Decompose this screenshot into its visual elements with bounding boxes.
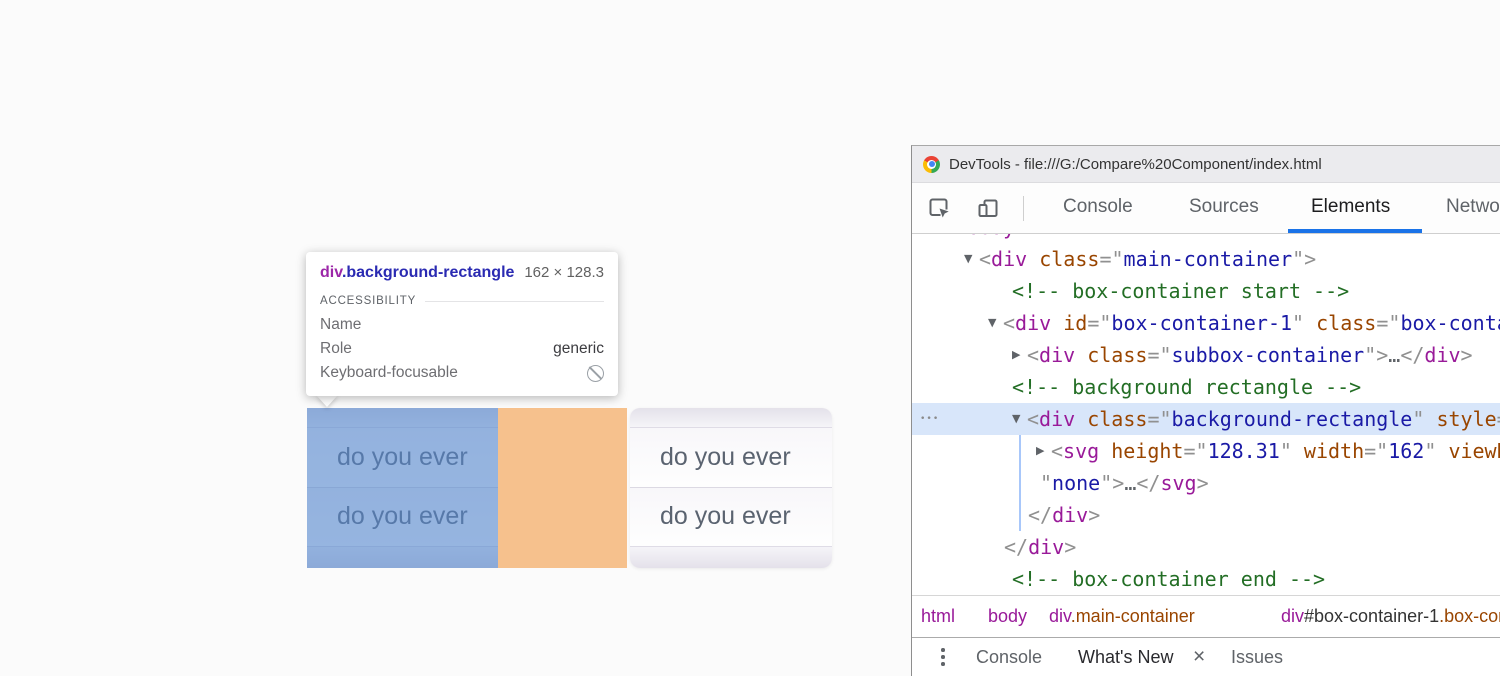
collapse-arrow-icon[interactable]: ▼	[988, 307, 1003, 339]
devtools-window: DevTools - file:///G:/Compare%20Componen…	[911, 145, 1500, 676]
tree-row[interactable]: ▶<svg height="128.31" width="162" viewBo…	[912, 435, 1500, 467]
collapse-arrow-icon[interactable]: ▼	[1012, 403, 1027, 435]
role-value: generic	[553, 340, 604, 357]
highlight-padding-overlay	[498, 408, 627, 568]
inspect-element-icon[interactable]	[927, 196, 951, 220]
collapse-arrow-icon[interactable]: ▼	[964, 243, 979, 275]
breadcrumb-item[interactable]: html	[921, 596, 955, 637]
devtools-window-title: DevTools - file:///G:/Compare%20Componen…	[949, 155, 1322, 173]
tree-row-selected[interactable]: ••• ▼ <div class="background-rectangle" st…	[912, 403, 1500, 435]
collapse-arrow-icon[interactable]: ▼	[940, 234, 955, 243]
accessibility-section-header: ACCESSIBILITY	[306, 282, 618, 307]
drawer-tab-whats-new[interactable]: What's New	[1078, 638, 1173, 676]
breadcrumb-item[interactable]: body	[988, 596, 1027, 637]
devtools-titlebar[interactable]: DevTools - file:///G:/Compare%20Componen…	[912, 146, 1500, 183]
element-dimensions: 162 × 128.3	[524, 264, 604, 281]
tree-row[interactable]: </div>	[912, 531, 1500, 563]
chrome-icon	[923, 155, 940, 173]
tooltip-row-keyboard-focusable: Keyboard-focusable	[306, 361, 618, 385]
tree-row[interactable]: ▼ <div id="box-container-1" class="box-co…	[912, 307, 1500, 339]
tab-elements[interactable]: Elements	[1311, 183, 1390, 230]
breadcrumb-item[interactable]: div.main-container	[1049, 596, 1195, 637]
active-tab-indicator	[1288, 229, 1422, 233]
card-bottom-band	[630, 546, 832, 568]
tree-row[interactable]: ▼ <div class="main-container">	[912, 243, 1500, 275]
tooltip-selector: div.background-rectangle	[320, 264, 514, 282]
selector-tag: div	[320, 264, 342, 281]
devtools-toolbar: Console Sources Elements Network	[912, 183, 1500, 234]
device-toolbar-icon[interactable]	[976, 196, 1000, 220]
tree-row[interactable]: ▶ <div class="subbox-container">…</div>	[912, 339, 1500, 371]
tab-network[interactable]: Network	[1446, 183, 1500, 230]
tree-row[interactable]: <!-- box-container start -->	[912, 275, 1500, 307]
tree-row[interactable]: "none">…</svg>	[912, 467, 1500, 499]
devtools-drawer: Console What's New × Issues	[912, 637, 1500, 676]
row-overflow-menu-icon[interactable]: •••	[920, 403, 939, 435]
inspect-tooltip: div.background-rectangle 162 × 128.3 ACC…	[306, 252, 618, 396]
drawer-tab-issues[interactable]: Issues	[1231, 638, 1283, 676]
tree-row[interactable]: ▼<body>	[912, 234, 1500, 243]
tab-console[interactable]: Console	[1063, 183, 1133, 230]
drawer-tab-console[interactable]: Console	[976, 638, 1042, 676]
breadcrumb-item[interactable]: div#box-container-1.box-container	[1281, 596, 1500, 637]
card-top-band	[630, 408, 832, 427]
tooltip-row-role: Role generic	[320, 340, 604, 357]
expand-arrow-icon[interactable]: ▶	[1012, 339, 1027, 371]
tab-sources[interactable]: Sources	[1189, 183, 1259, 230]
tooltip-arrow	[316, 395, 338, 407]
list-item[interactable]: do you ever	[630, 427, 832, 487]
selector-class: .background-rectangle	[341, 264, 515, 281]
tooltip-title-row: div.background-rectangle 162 × 128.3	[306, 252, 618, 282]
highlight-content-overlay	[307, 408, 498, 568]
tree-row[interactable]: </div>	[912, 499, 1500, 531]
drawer-menu-icon[interactable]	[941, 648, 945, 666]
right-component: do you ever do you ever	[630, 408, 832, 568]
not-focusable-icon	[587, 364, 604, 382]
tooltip-row-name: Name	[320, 316, 362, 333]
tree-row[interactable]: <!-- background rectangle -->	[912, 371, 1500, 403]
accessibility-label: ACCESSIBILITY	[320, 295, 417, 307]
tree-row[interactable]: <!-- box-container end -->	[912, 563, 1500, 595]
close-icon[interactable]: ×	[1193, 638, 1205, 676]
section-rule	[425, 300, 604, 302]
toolbar-separator	[1023, 196, 1024, 221]
expand-arrow-icon[interactable]: ▶	[1036, 435, 1051, 467]
breadcrumb: html body div.main-container div#box-contai…	[912, 595, 1500, 637]
elements-tree: ▼<body>▼<div class="main-container"><!--…	[912, 234, 1500, 595]
list-item[interactable]: do you ever	[630, 487, 832, 546]
